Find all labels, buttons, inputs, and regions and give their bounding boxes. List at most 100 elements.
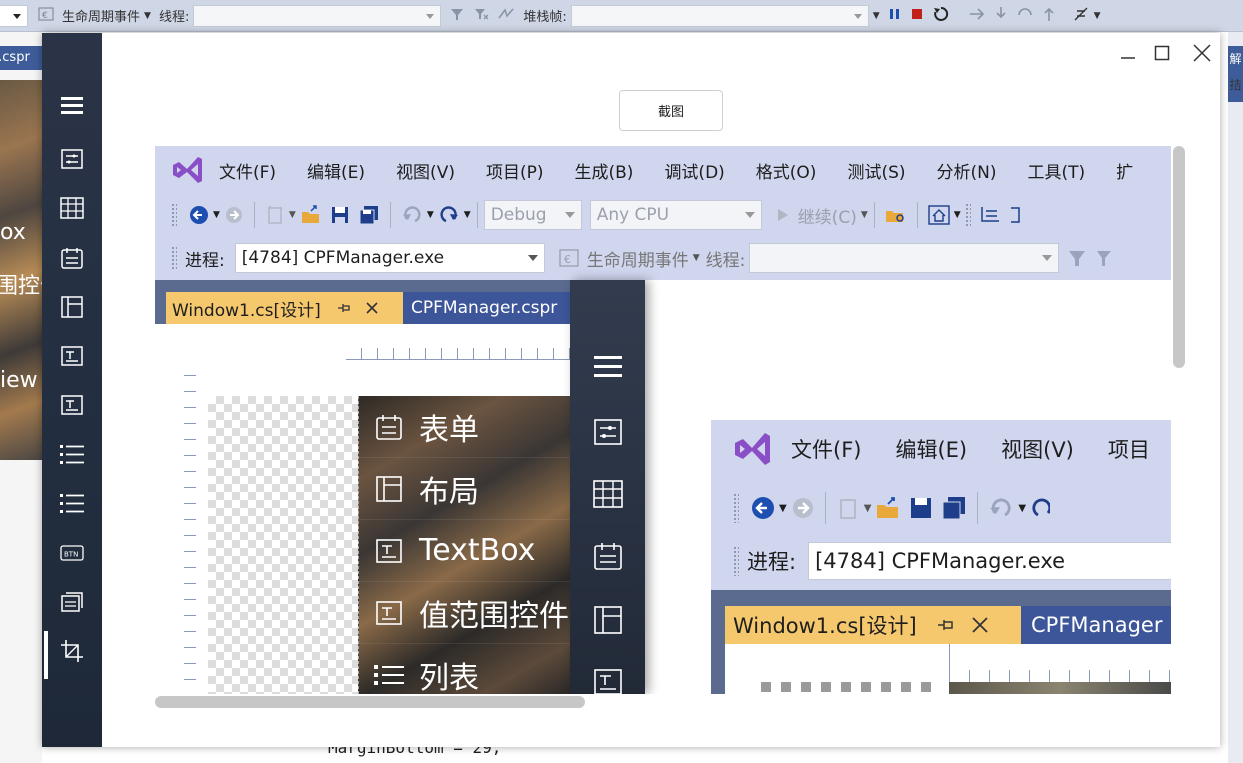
- thread-dropdown[interactable]: [749, 243, 1060, 273]
- chevron-down-icon[interactable]: ▼: [954, 210, 961, 220]
- undo-icon[interactable]: [401, 205, 423, 225]
- step-arrow-icon[interactable]: [968, 7, 986, 25]
- process-dropdown[interactable]: [4784] CPFManager.exe: [234, 243, 545, 273]
- tab-cpfmanager[interactable]: CPFManager: [1021, 606, 1171, 644]
- tab-window1-design[interactable]: Window1.cs[设计]: [166, 292, 403, 324]
- filter-icon[interactable]: [449, 6, 465, 26]
- list-item[interactable]: 列表: [359, 644, 571, 694]
- save-icon[interactable]: [330, 205, 350, 225]
- tab-cpfmanager[interactable]: CPFManager.cspr: [403, 292, 583, 324]
- back-icon[interactable]: [189, 205, 209, 225]
- vertical-scrollbar[interactable]: [1173, 146, 1185, 368]
- overflow-chevron-icon[interactable]: ▼: [873, 11, 880, 21]
- textbox-icon[interactable]: [42, 336, 102, 376]
- solution-tab[interactable]: 解拮: [1228, 46, 1243, 102]
- step-out-icon[interactable]: [1042, 5, 1056, 27]
- undo-icon[interactable]: [988, 496, 1014, 520]
- toolbar-grip[interactable]: [171, 246, 177, 270]
- button-icon[interactable]: BTN: [42, 533, 102, 573]
- pin-icon[interactable]: [337, 301, 351, 315]
- menu-item[interactable]: 文件(F): [219, 158, 276, 183]
- menu-item[interactable]: 视图(V): [396, 158, 455, 183]
- redo-icon[interactable]: [1030, 496, 1051, 520]
- menu-item[interactable]: 工具(T): [1028, 158, 1086, 183]
- horizontal-scrollbar[interactable]: [155, 696, 585, 708]
- layout-icon[interactable]: [570, 598, 645, 642]
- chevron-down-icon[interactable]: ▼: [144, 11, 151, 21]
- menu-item[interactable]: 调试(D): [664, 158, 724, 183]
- more-chevron-icon[interactable]: ▼: [1094, 11, 1101, 21]
- list-item[interactable]: 布局: [359, 458, 571, 520]
- calendar-icon[interactable]: [42, 238, 102, 278]
- chevron-down-icon[interactable]: ▼: [213, 210, 220, 220]
- new-project-icon[interactable]: [836, 496, 860, 520]
- menu-item[interactable]: 编辑(E): [307, 158, 365, 183]
- flag-icon[interactable]: [497, 6, 515, 26]
- menu-item[interactable]: 生成(B): [575, 158, 634, 183]
- background-dropdown[interactable]: [0, 4, 28, 27]
- menu-item[interactable]: 视图(V): [1001, 434, 1074, 464]
- restart-icon[interactable]: [932, 5, 950, 27]
- filter-icon[interactable]: [1067, 248, 1087, 268]
- close-tab-icon[interactable]: [971, 616, 989, 634]
- continue-button[interactable]: 继续(C): [798, 203, 857, 228]
- menu-item[interactable]: 格式(O): [756, 158, 817, 183]
- step-into-icon[interactable]: [994, 5, 1008, 27]
- textbox-icon[interactable]: [570, 660, 645, 694]
- save-all-icon[interactable]: [941, 496, 967, 520]
- menu-icon[interactable]: [42, 85, 102, 125]
- find-folder-icon[interactable]: [885, 205, 907, 225]
- grid-icon[interactable]: [570, 472, 645, 516]
- new-project-icon[interactable]: [265, 205, 285, 225]
- list-item[interactable]: TextBox: [359, 520, 571, 582]
- back-icon[interactable]: [751, 496, 775, 520]
- indent-icon[interactable]: [979, 205, 1001, 225]
- close-tab-icon[interactable]: [365, 301, 379, 315]
- open-folder-icon[interactable]: [875, 496, 901, 520]
- open-folder-icon[interactable]: [300, 205, 322, 225]
- design-surface[interactable]: 表单 布局 TextBox 值范围控件 列表: [166, 324, 576, 694]
- crop-icon[interactable]: [42, 631, 102, 679]
- minimize-button[interactable]: [1111, 39, 1145, 67]
- menu-item[interactable]: 编辑(E): [895, 434, 967, 464]
- hex-icon[interactable]: [1072, 5, 1090, 27]
- menu-item[interactable]: 测试(S): [847, 158, 905, 183]
- background-file-tab[interactable]: r.cspr: [0, 46, 42, 70]
- list-icon[interactable]: [42, 434, 102, 474]
- menu-item[interactable]: 分析(N): [937, 158, 997, 183]
- toolbar-grip[interactable]: [171, 203, 177, 227]
- grid-icon[interactable]: [42, 188, 102, 228]
- toolbar-grip[interactable]: [964, 203, 971, 227]
- chevron-down-icon[interactable]: ▼: [693, 253, 700, 263]
- form-icon[interactable]: [42, 139, 102, 179]
- close-button[interactable]: [1185, 39, 1219, 67]
- thread-dropdown[interactable]: [193, 4, 442, 27]
- menu-item[interactable]: 扩: [1116, 158, 1133, 183]
- maximize-button[interactable]: [1145, 39, 1179, 67]
- save-icon[interactable]: [909, 496, 933, 520]
- stackframe-dropdown[interactable]: [570, 4, 869, 27]
- menu-item[interactable]: 文件(F): [791, 434, 861, 464]
- toolbar-grip[interactable]: [733, 546, 739, 576]
- list-item[interactable]: 表单: [359, 396, 571, 458]
- forward-icon[interactable]: [224, 205, 244, 225]
- list-icon[interactable]: [42, 483, 102, 523]
- pin-icon[interactable]: [937, 617, 955, 633]
- platform-dropdown[interactable]: Any CPU: [589, 200, 762, 230]
- menu-item[interactable]: 项目: [1108, 434, 1150, 464]
- configuration-dropdown[interactable]: Debug: [483, 200, 582, 230]
- menu-icon[interactable]: [570, 344, 645, 388]
- play-icon[interactable]: [776, 207, 790, 223]
- chevron-down-icon[interactable]: ▼: [464, 210, 471, 220]
- chevron-down-icon[interactable]: ▼: [864, 503, 872, 514]
- filter-clear-icon[interactable]: [1095, 248, 1117, 268]
- filter-clear-icon[interactable]: [473, 6, 489, 26]
- forward-icon[interactable]: [791, 496, 815, 520]
- list-item[interactable]: 值范围控件: [359, 582, 571, 644]
- textbox-icon[interactable]: [42, 385, 102, 425]
- chevron-down-icon[interactable]: ▼: [427, 210, 434, 220]
- tab-window1-design[interactable]: Window1.cs[设计]: [725, 606, 1021, 644]
- process-dropdown[interactable]: [4784] CPFManager.exe: [808, 542, 1171, 580]
- chevron-down-icon[interactable]: ▼: [289, 210, 296, 220]
- home-icon[interactable]: [928, 205, 950, 225]
